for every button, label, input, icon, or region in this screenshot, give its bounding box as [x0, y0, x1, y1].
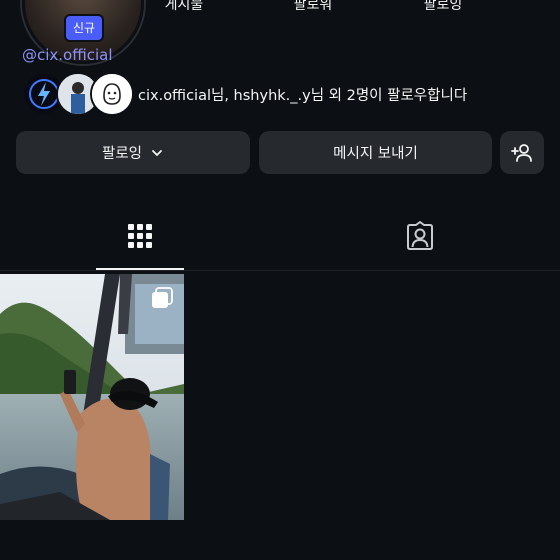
message-button-label: 메시지 보내기	[333, 146, 418, 162]
tab-tagged[interactable]	[396, 214, 444, 262]
add-person-icon	[510, 141, 534, 165]
mutual-followers-text[interactable]: cix.official님, hshyhk._.y님 외 2명이 팔로우합니다	[138, 84, 467, 105]
post-photo	[0, 274, 184, 520]
message-button[interactable]: 메시지 보내기	[259, 131, 492, 174]
threads-handle-link[interactable]: @cix.official	[22, 46, 113, 64]
followers-stat-label[interactable]: 팔로워	[268, 0, 358, 14]
following-button[interactable]: 팔로잉	[16, 131, 250, 174]
tabs-divider	[0, 270, 560, 271]
tagged-person-icon	[404, 220, 436, 256]
tab-posts-grid[interactable]	[116, 214, 164, 262]
carousel-icon	[150, 286, 174, 310]
new-badge: 신규	[64, 14, 104, 42]
mutual-avatar	[90, 72, 134, 116]
post-thumbnail[interactable]	[0, 274, 184, 520]
mutual-followers-avatars[interactable]	[22, 72, 134, 116]
following-button-label: 팔로잉	[101, 146, 143, 162]
grid-icon	[127, 223, 153, 253]
posts-stat-label[interactable]: 게시물	[139, 0, 229, 14]
following-stat-label[interactable]: 팔로잉	[398, 0, 488, 14]
add-person-button[interactable]	[500, 131, 544, 174]
chevron-down-icon	[150, 146, 164, 160]
